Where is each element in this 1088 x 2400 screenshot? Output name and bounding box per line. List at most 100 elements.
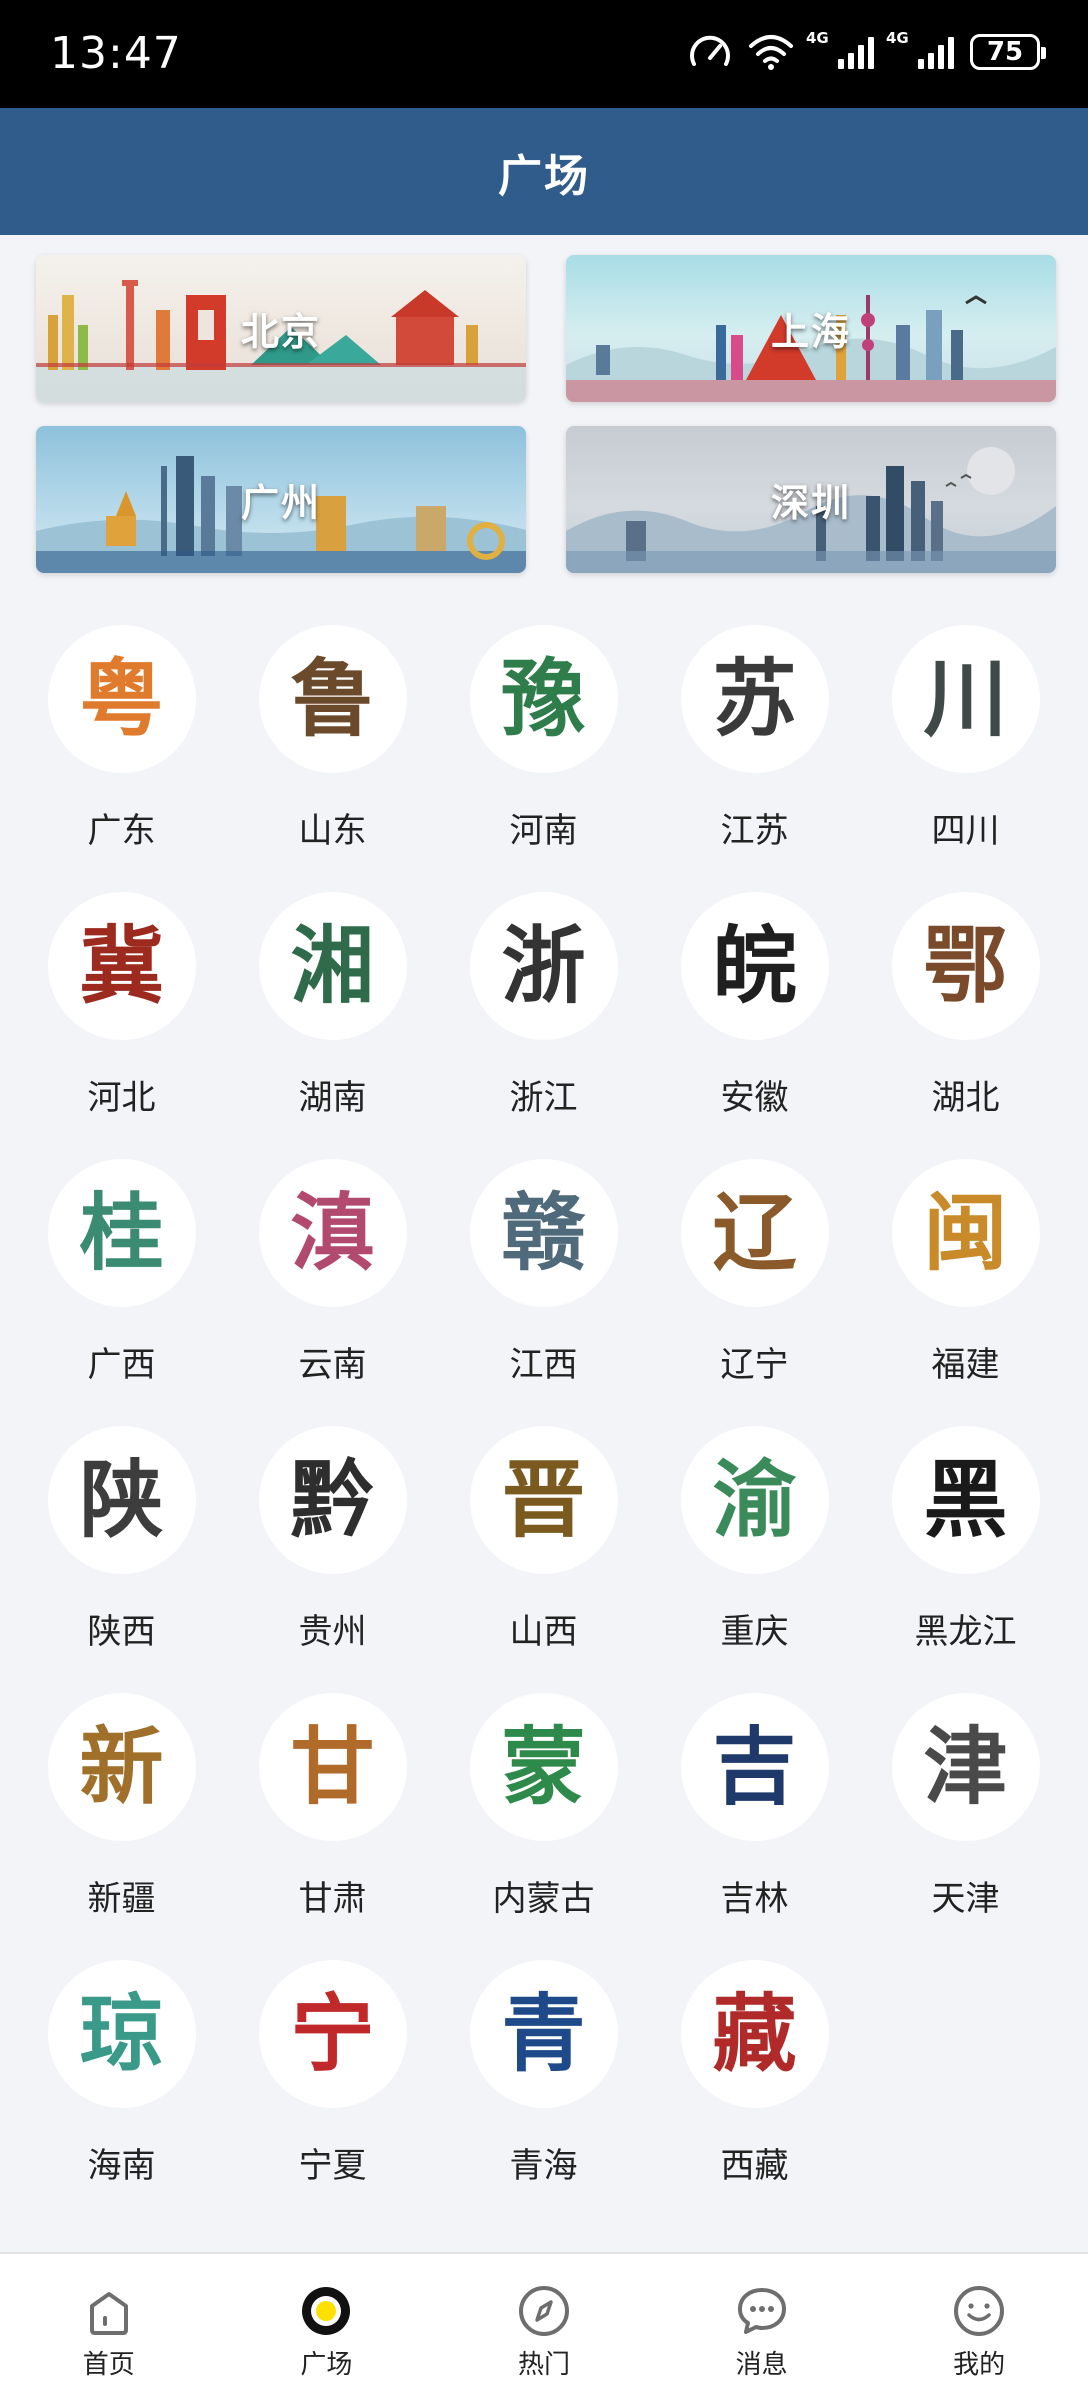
province-hainan[interactable]: 琼 海南 — [16, 1957, 227, 2224]
province-logo-icon: 冀 — [47, 892, 196, 1040]
province-logo-icon: 闽 — [891, 1159, 1040, 1307]
province-logo-icon: 川 — [891, 625, 1040, 773]
province-neimenggu[interactable]: 蒙 内蒙古 — [438, 1690, 649, 1957]
province-shanxi[interactable]: 晋 山西 — [438, 1423, 649, 1690]
province-logo-icon: 甘 — [258, 1693, 407, 1841]
signal-icon: 4G — [886, 29, 954, 69]
province-grid: 粤 广东 鲁 山东 豫 河南 苏 江苏 川 四川 冀 河北 湘 湖南 浙 浙江 … — [16, 622, 1072, 2224]
city-label: 广州 — [240, 481, 321, 525]
tab-square[interactable]: 广场 — [218, 2254, 436, 2400]
city-card-guangzhou[interactable]: 广州 — [36, 426, 526, 573]
status-icons: 4G 4G 75 — [688, 29, 1046, 72]
city-label: 深圳 — [770, 481, 851, 525]
province-logo-icon: 辽 — [680, 1159, 829, 1307]
province-name: 四川 — [931, 811, 1000, 851]
city-card-beijing[interactable]: 北京 — [36, 255, 526, 402]
province-jiangsu[interactable]: 苏 江苏 — [649, 622, 860, 889]
province-logo-icon: 鲁 — [258, 625, 407, 773]
province-name: 云南 — [298, 1345, 367, 1385]
province-logo-icon: 晋 — [469, 1426, 618, 1574]
province-tianjin[interactable]: 津 天津 — [860, 1690, 1071, 1957]
province-name: 河北 — [87, 1078, 156, 1118]
province-logo-icon: 新 — [47, 1693, 196, 1841]
province-logo-icon: 苏 — [680, 625, 829, 773]
province-guangxi[interactable]: 桂 广西 — [16, 1156, 227, 1423]
tab-hot[interactable]: 热门 — [435, 2254, 653, 2400]
network-type-2: 4G — [886, 29, 909, 47]
province-name: 湖北 — [931, 1078, 1000, 1118]
network-type-1: 4G — [806, 29, 829, 47]
province-xizang[interactable]: 藏 西藏 — [649, 1957, 860, 2224]
province-sichuan[interactable]: 川 四川 — [860, 622, 1071, 889]
province-name: 青海 — [509, 2146, 578, 2186]
province-logo-icon: 陕 — [47, 1426, 196, 1574]
province-zhejiang[interactable]: 浙 浙江 — [438, 889, 649, 1156]
province-hubei[interactable]: 鄂 湖北 — [860, 889, 1071, 1156]
province-qinghai[interactable]: 青 青海 — [438, 1957, 649, 2224]
province-chongqing[interactable]: 渝 重庆 — [649, 1423, 860, 1690]
tab-label: 热门 — [517, 2350, 570, 2380]
battery-level: 75 — [986, 37, 1024, 67]
wifi-icon — [749, 35, 793, 70]
tab-home[interactable]: 首页 — [0, 2254, 218, 2400]
message-icon — [737, 2288, 786, 2334]
province-yunnan[interactable]: 滇 云南 — [227, 1156, 438, 1423]
province-hebei[interactable]: 冀 河北 — [16, 889, 227, 1156]
province-logo-icon: 赣 — [469, 1159, 618, 1307]
province-name: 江苏 — [720, 811, 789, 851]
province-shandong[interactable]: 鲁 山东 — [227, 622, 438, 889]
clock: 13:47 — [50, 28, 182, 79]
province-name: 宁夏 — [298, 2146, 367, 2186]
province-jilin[interactable]: 吉 吉林 — [649, 1690, 860, 1957]
province-name: 黑龙江 — [914, 1612, 1017, 1652]
province-fujian[interactable]: 闽 福建 — [860, 1156, 1071, 1423]
province-gansu[interactable]: 甘 甘肃 — [227, 1690, 438, 1957]
province-logo-icon: 鄂 — [891, 892, 1040, 1040]
page-title: 广场 — [498, 150, 590, 202]
tab-messages[interactable]: 消息 — [653, 2254, 871, 2400]
province-shaanxi[interactable]: 陕 陕西 — [16, 1423, 227, 1690]
province-name: 浙江 — [509, 1078, 578, 1118]
province-name: 广西 — [87, 1345, 156, 1385]
province-name: 甘肃 — [298, 1879, 367, 1919]
province-anhui[interactable]: 皖 安徽 — [649, 889, 860, 1156]
province-henan[interactable]: 豫 河南 — [438, 622, 649, 889]
status-bar: 13:47 4G 4G 75 — [0, 0, 1088, 108]
province-logo-icon: 黔 — [258, 1426, 407, 1574]
province-guizhou[interactable]: 黔 贵州 — [227, 1423, 438, 1690]
province-guangdong[interactable]: 粤 广东 — [16, 622, 227, 889]
province-name: 福建 — [931, 1345, 1000, 1385]
province-hunan[interactable]: 湘 湖南 — [227, 889, 438, 1156]
province-logo-icon: 宁 — [258, 1960, 407, 2108]
bottom-tab-bar: 首页 广场 热门 消息 我的 — [0, 2252, 1088, 2400]
province-liaoning[interactable]: 辽 辽宁 — [649, 1156, 860, 1423]
province-heilongjiang[interactable]: 黑 黑龙江 — [860, 1423, 1071, 1690]
province-name: 山西 — [509, 1612, 578, 1652]
city-card-shenzhen[interactable]: 深圳 — [566, 426, 1056, 573]
province-logo-icon: 蒙 — [469, 1693, 618, 1841]
compass-icon — [518, 2286, 569, 2336]
province-name: 河南 — [509, 811, 578, 851]
province-logo-icon: 藏 — [680, 1960, 829, 2108]
province-name: 海南 — [87, 2146, 156, 2186]
tab-label: 我的 — [953, 2350, 1006, 2380]
province-logo-icon: 津 — [891, 1693, 1040, 1841]
province-name: 广东 — [87, 811, 156, 851]
province-xinjiang[interactable]: 新 新疆 — [16, 1690, 227, 1957]
city-card-shanghai[interactable]: 上海 — [566, 255, 1056, 402]
province-name: 内蒙古 — [492, 1879, 595, 1919]
province-jiangxi[interactable]: 赣 江西 — [438, 1156, 649, 1423]
tab-label: 消息 — [735, 2350, 788, 2380]
province-name: 辽宁 — [720, 1345, 789, 1385]
speed-icon — [690, 35, 730, 66]
province-logo-icon: 桂 — [47, 1159, 196, 1307]
province-name: 安徽 — [720, 1078, 789, 1118]
province-ningxia[interactable]: 宁 宁夏 — [227, 1957, 438, 2224]
province-logo-icon: 黑 — [891, 1426, 1040, 1574]
signal-icon: 4G — [806, 29, 874, 69]
province-name: 吉林 — [720, 1879, 789, 1919]
province-logo-icon: 青 — [469, 1960, 618, 2108]
city-label: 北京 — [240, 310, 321, 354]
page-header: 广场 — [0, 108, 1088, 235]
tab-mine[interactable]: 我的 — [870, 2254, 1088, 2400]
